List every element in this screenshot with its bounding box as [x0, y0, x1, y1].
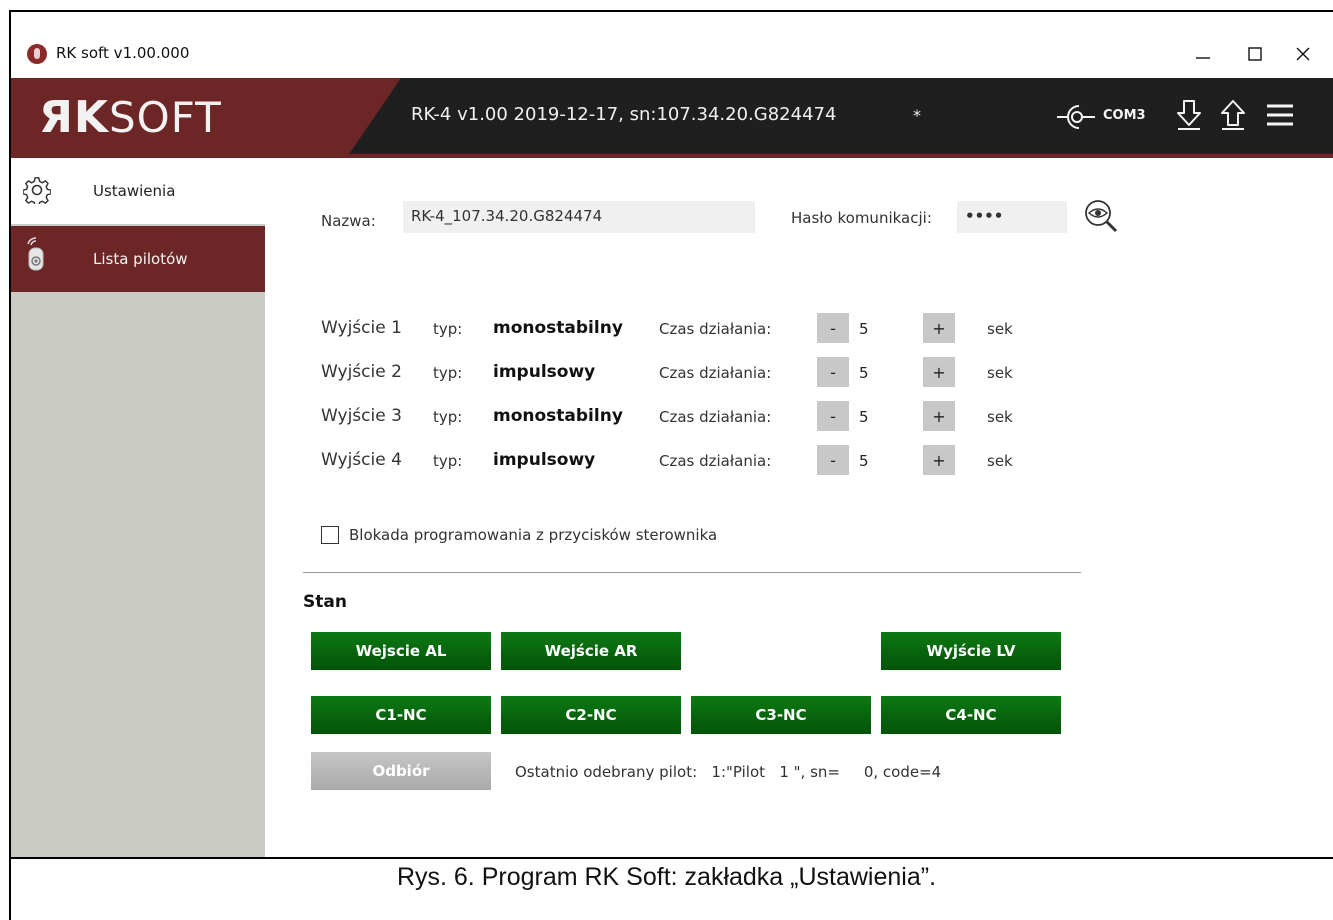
- time-value[interactable]: 5: [859, 364, 869, 382]
- output-name: Wyjście 1: [321, 318, 402, 338]
- time-label: Czas działania:: [659, 408, 772, 426]
- password-label: Hasło komunikacji:: [791, 209, 932, 227]
- block-programming-checkbox[interactable]: [321, 526, 339, 544]
- maximize-icon[interactable]: [1233, 38, 1277, 70]
- name-field[interactable]: RK-4_107.34.20.G824474: [403, 201, 755, 233]
- type-label: typ:: [433, 320, 463, 338]
- block-programming-label: Blokada programowania z przycisków stero…: [349, 526, 718, 544]
- time-value[interactable]: 5: [859, 320, 869, 338]
- increment-button[interactable]: +: [923, 401, 955, 431]
- status-c4[interactable]: C4-NC: [881, 696, 1061, 734]
- receive-button[interactable]: Odbiór: [311, 752, 491, 790]
- window-title: RK soft v1.00.000: [56, 44, 190, 62]
- increment-button[interactable]: +: [923, 445, 955, 475]
- time-label: Czas działania:: [659, 452, 772, 470]
- output-name: Wyjście 4: [321, 450, 402, 470]
- output-name: Wyjście 2: [321, 362, 402, 382]
- status-input-al[interactable]: Wejscie AL: [311, 632, 491, 670]
- increment-button[interactable]: +: [923, 313, 955, 343]
- unit-label: sek: [987, 452, 1013, 470]
- remote-icon: [25, 236, 47, 276]
- title-bar: RK soft v1.00.000: [11, 32, 1333, 78]
- status-c1[interactable]: C1-NC: [311, 696, 491, 734]
- type-label: typ:: [433, 452, 463, 470]
- sidebar-item-label: Lista pilotów: [93, 250, 188, 268]
- unit-label: sek: [987, 320, 1013, 338]
- password-field[interactable]: ••••: [957, 201, 1067, 233]
- app-icon: [27, 44, 47, 64]
- time-value[interactable]: 5: [859, 408, 869, 426]
- settings-panel: Nazwa: RK-4_107.34.20.G824474 Hasło komu…: [265, 158, 1333, 857]
- menu-icon[interactable]: [1265, 102, 1295, 132]
- decrement-button[interactable]: -: [817, 313, 849, 343]
- sidebar-item-label: Ustawienia: [93, 182, 176, 200]
- sidebar: Ustawienia Lista pilotów: [11, 158, 265, 857]
- output-type[interactable]: impulsowy: [493, 362, 595, 382]
- upload-icon[interactable]: [1219, 98, 1247, 136]
- download-icon[interactable]: [1175, 98, 1203, 136]
- unit-label: sek: [987, 408, 1013, 426]
- status-output-lv[interactable]: Wyjście LV: [881, 632, 1061, 670]
- output-type[interactable]: monostabilny: [493, 318, 623, 338]
- unit-label: sek: [987, 364, 1013, 382]
- output-name: Wyjście 3: [321, 406, 402, 426]
- time-label: Czas działania:: [659, 364, 772, 382]
- show-password-icon[interactable]: [1083, 198, 1119, 238]
- time-label: Czas działania:: [659, 320, 772, 338]
- last-received-pilot: Ostatnio odebrany pilot: 1:"Pilot 1 ", s…: [515, 763, 942, 781]
- divider: [303, 572, 1081, 573]
- output-type[interactable]: monostabilny: [493, 406, 623, 426]
- minimize-icon[interactable]: [1181, 38, 1225, 70]
- time-value[interactable]: 5: [859, 452, 869, 470]
- gear-icon: [22, 176, 52, 208]
- decrement-button[interactable]: -: [817, 445, 849, 475]
- device-info: RK-4 v1.00 2019-12-17, sn:107.34.20.G824…: [411, 104, 837, 125]
- port-label: COM3: [1103, 108, 1146, 123]
- name-label: Nazwa:: [321, 212, 376, 230]
- modified-marker: *: [913, 106, 921, 125]
- type-label: typ:: [433, 408, 463, 426]
- app-logo: ЯKSOFT: [39, 92, 222, 143]
- status-c2[interactable]: C2-NC: [501, 696, 681, 734]
- sidebar-item-ustawienia[interactable]: Ustawienia: [11, 158, 265, 224]
- type-label: typ:: [433, 364, 463, 382]
- output-type[interactable]: impulsowy: [493, 450, 595, 470]
- app-window: RK soft v1.00.000 ЯKSOFT RK-4 v1.00 2019…: [11, 32, 1333, 859]
- connect-icon[interactable]: [1055, 100, 1099, 138]
- app-header: ЯKSOFT RK-4 v1.00 2019-12-17, sn:107.34.…: [11, 78, 1333, 159]
- status-title: Stan: [303, 592, 347, 612]
- decrement-button[interactable]: -: [817, 357, 849, 387]
- sidebar-item-lista-pilotow[interactable]: Lista pilotów: [11, 226, 265, 292]
- status-c3[interactable]: C3-NC: [691, 696, 871, 734]
- decrement-button[interactable]: -: [817, 401, 849, 431]
- status-input-ar[interactable]: Wejście AR: [501, 632, 681, 670]
- increment-button[interactable]: +: [923, 357, 955, 387]
- figure-caption: Rys. 6. Program RK Soft: zakładka „Ustaw…: [396, 863, 937, 891]
- close-icon[interactable]: [1281, 38, 1325, 70]
